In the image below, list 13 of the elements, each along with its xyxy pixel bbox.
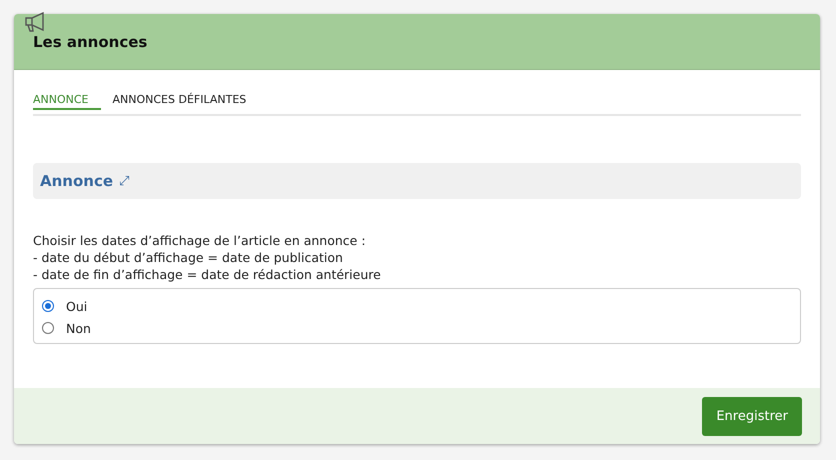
radio-button[interactable] bbox=[42, 322, 54, 334]
description-line: - date du début d’affichage = date de publication bbox=[33, 249, 344, 266]
panel-title: Les annonces bbox=[33, 32, 148, 50]
radio-label[interactable]: Non bbox=[66, 320, 91, 336]
tab[interactable]: ANNONCES DÉFILANTES bbox=[100, 86, 258, 110]
radio-label[interactable]: Oui bbox=[66, 298, 88, 314]
tab[interactable]: ANNONCE bbox=[33, 86, 100, 110]
expand-link[interactable]: ⤢ bbox=[119, 174, 130, 188]
description-line: Choisir les dates d’affichage de l’article en annonce : bbox=[33, 232, 367, 249]
description-line: - date de fin d’affichage = date de rédaction antérieure bbox=[33, 266, 382, 283]
save-button[interactable]: Enregistrer bbox=[702, 396, 802, 436]
section-title: Annonce bbox=[40, 172, 114, 190]
radio-button[interactable] bbox=[42, 300, 54, 312]
